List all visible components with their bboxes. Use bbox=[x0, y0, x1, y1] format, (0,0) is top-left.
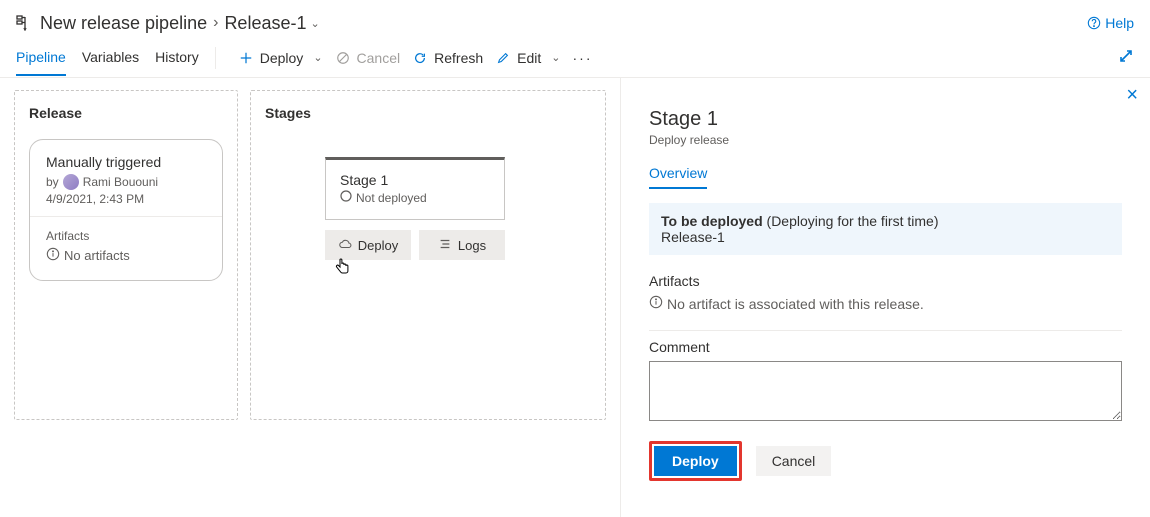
cursor-icon bbox=[335, 258, 351, 280]
logs-icon bbox=[438, 237, 452, 254]
breadcrumb-separator: › bbox=[213, 14, 218, 32]
artifacts-label: Artifacts bbox=[46, 229, 206, 243]
command-bar: Pipeline Variables History Deploy ⌄ Canc… bbox=[0, 38, 1150, 78]
release-column-title: Release bbox=[29, 105, 223, 121]
highlight-box: Deploy bbox=[649, 441, 742, 481]
edit-command[interactable]: Edit ⌄ bbox=[489, 46, 566, 70]
by-label: by bbox=[46, 175, 59, 189]
tab-history[interactable]: History bbox=[155, 39, 199, 76]
release-card[interactable]: Manually triggered by Rami Bououni 4/9/2… bbox=[29, 139, 223, 281]
plus-icon bbox=[238, 50, 254, 66]
breadcrumb-current[interactable]: Release-1 bbox=[224, 13, 306, 34]
stage-card[interactable]: Stage 1 Not deployed bbox=[325, 157, 505, 220]
stage-deploy-button[interactable]: Deploy bbox=[325, 230, 411, 260]
deploy-button[interactable]: Deploy bbox=[654, 446, 737, 476]
release-trigger: Manually triggered bbox=[46, 154, 206, 170]
expand-icon[interactable] bbox=[1118, 48, 1134, 67]
cancel-command: Cancel bbox=[329, 46, 407, 70]
comment-label: Comment bbox=[649, 339, 1122, 355]
refresh-command[interactable]: Refresh bbox=[406, 46, 489, 70]
release-column: Release Manually triggered by Rami Bouou… bbox=[14, 90, 238, 420]
avatar bbox=[63, 174, 79, 190]
panel-info-box: To be deployed (Deploying for the first … bbox=[649, 203, 1122, 255]
stage-logs-label: Logs bbox=[458, 238, 486, 253]
stage-status-text: Not deployed bbox=[356, 191, 427, 205]
info-icon bbox=[46, 247, 60, 264]
deploy-command-label: Deploy bbox=[260, 50, 304, 66]
circle-outline-icon bbox=[340, 190, 352, 205]
breadcrumb-parent[interactable]: New release pipeline bbox=[40, 13, 207, 34]
cancel-button[interactable]: Cancel bbox=[756, 446, 832, 476]
cancel-command-label: Cancel bbox=[357, 50, 401, 66]
more-command[interactable]: ··· bbox=[567, 46, 599, 70]
tab-variables[interactable]: Variables bbox=[82, 39, 139, 76]
divider bbox=[215, 47, 216, 69]
pipeline-canvas: Release Manually triggered by Rami Bouou… bbox=[0, 78, 620, 517]
deploy-panel: × Stage 1 Deploy release Overview To be … bbox=[620, 78, 1150, 517]
close-icon[interactable]: × bbox=[1126, 84, 1138, 107]
pipeline-icon bbox=[16, 15, 32, 31]
help-label: Help bbox=[1105, 15, 1134, 31]
artifacts-value: No artifacts bbox=[64, 248, 130, 263]
panel-artifacts-heading: Artifacts bbox=[649, 273, 1122, 289]
deploy-command[interactable]: Deploy ⌄ bbox=[232, 46, 329, 70]
chevron-down-icon: ⌄ bbox=[551, 51, 560, 64]
stages-column: Stages Stage 1 Not deployed Deploy bbox=[250, 90, 606, 420]
divider bbox=[649, 330, 1122, 331]
release-user: Rami Bououni bbox=[83, 175, 158, 189]
info-detail: (Deploying for the first time) bbox=[767, 213, 939, 229]
stage-name: Stage 1 bbox=[340, 172, 490, 188]
chevron-down-icon[interactable]: ⌄ bbox=[310, 17, 319, 30]
help-link[interactable]: Help bbox=[1087, 15, 1134, 31]
top-bar: New release pipeline › Release-1 ⌄ Help bbox=[0, 0, 1150, 38]
cloud-icon bbox=[338, 237, 352, 254]
info-icon bbox=[649, 295, 663, 312]
refresh-command-label: Refresh bbox=[434, 50, 483, 66]
info-release: Release-1 bbox=[661, 229, 1110, 245]
panel-title: Stage 1 bbox=[649, 108, 1122, 131]
refresh-icon bbox=[412, 50, 428, 66]
stage-logs-button[interactable]: Logs bbox=[419, 230, 505, 260]
stage-deploy-label: Deploy bbox=[358, 238, 398, 253]
pencil-icon bbox=[495, 50, 511, 66]
edit-command-label: Edit bbox=[517, 50, 541, 66]
chevron-down-icon: ⌄ bbox=[313, 51, 322, 64]
prohibit-icon bbox=[335, 50, 351, 66]
view-tabs: Pipeline Variables History bbox=[16, 39, 199, 76]
tab-pipeline[interactable]: Pipeline bbox=[16, 39, 66, 76]
info-title: To be deployed bbox=[661, 213, 763, 229]
comment-input[interactable] bbox=[649, 361, 1122, 421]
panel-artifacts-msg: No artifact is associated with this rele… bbox=[667, 296, 924, 312]
stages-column-title: Stages bbox=[265, 105, 591, 121]
panel-tab-overview[interactable]: Overview bbox=[649, 165, 707, 189]
release-timestamp: 4/9/2021, 2:43 PM bbox=[46, 192, 206, 206]
panel-subtitle: Deploy release bbox=[649, 133, 1122, 147]
